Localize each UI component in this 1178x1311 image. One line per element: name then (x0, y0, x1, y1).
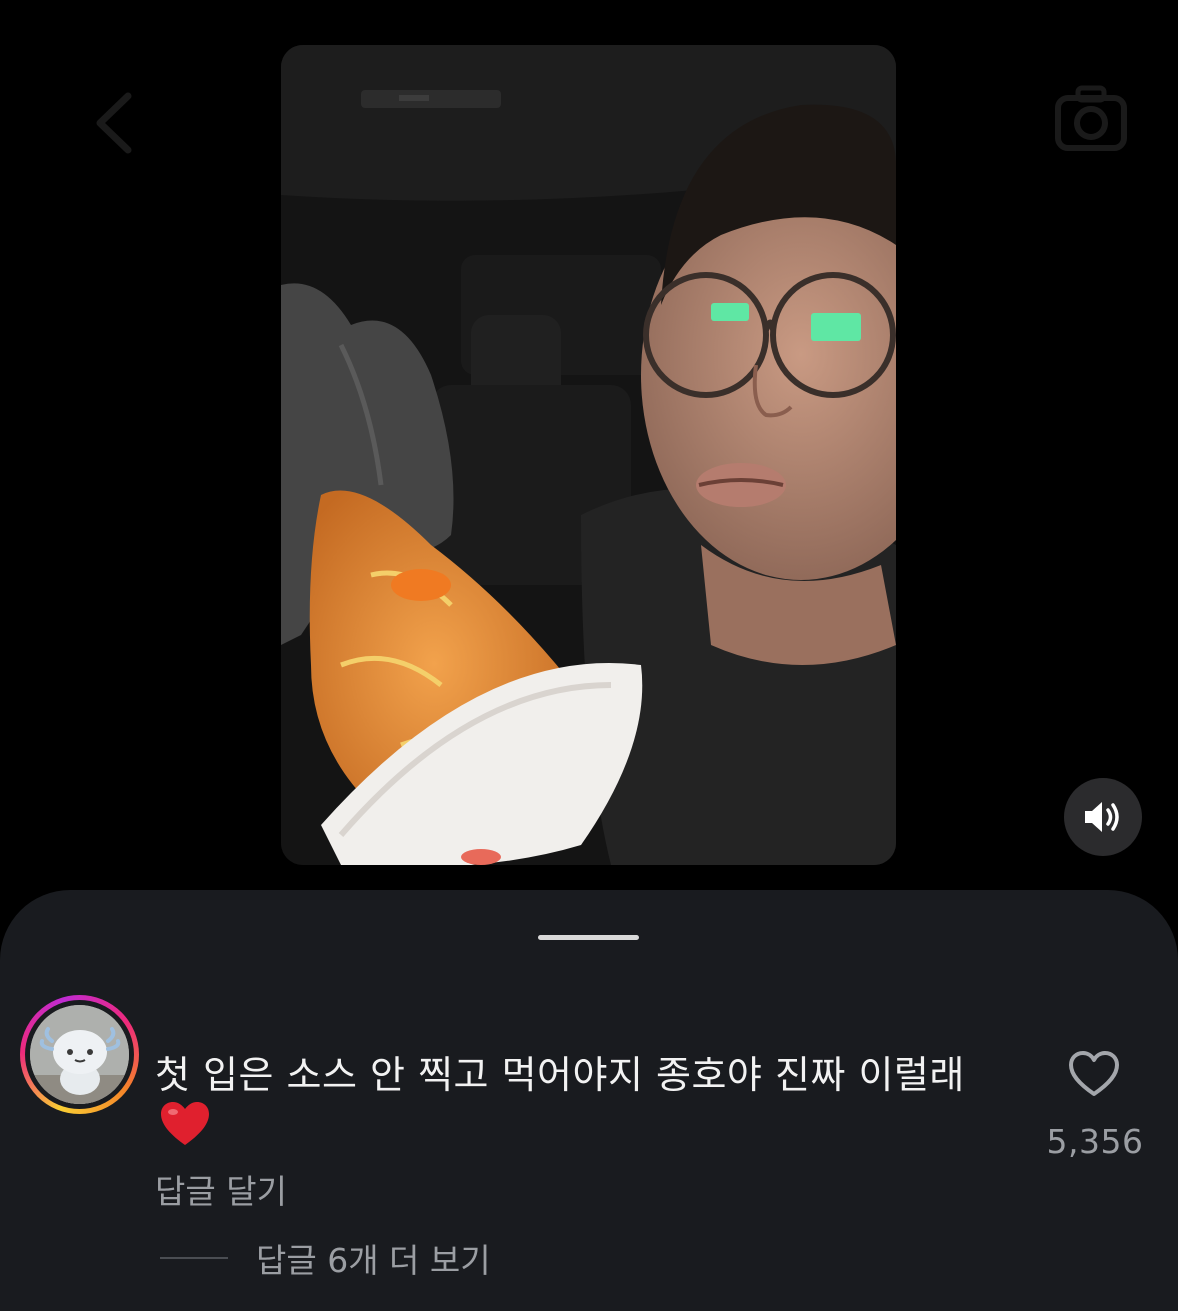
reel-screen: 첫 입은 소스 안 찍고 먹어야지 종호야 진짜 이럴래 답글 달기 답글 6개… (0, 0, 1178, 1311)
comment-text: 첫 입은 소스 안 찍고 먹어야지 종호야 진짜 이럴래 (155, 1053, 965, 1097)
reply-button[interactable]: 답글 달기 (155, 1165, 287, 1213)
chevron-left-icon (96, 92, 132, 154)
story-ring[interactable] (20, 995, 139, 1114)
back-button[interactable] (84, 88, 154, 158)
replies-divider (160, 1257, 228, 1259)
like-count: 5,356 (1046, 1122, 1144, 1161)
camera-button[interactable] (1054, 84, 1127, 154)
video-frame (281, 45, 896, 865)
sheet-drag-handle[interactable] (538, 935, 639, 940)
axolotl-figurine-avatar (30, 1005, 129, 1104)
camera-icon (1055, 85, 1127, 151)
view-replies-label: 답글 6개 더 보기 (256, 1241, 491, 1280)
mute-button[interactable] (1064, 778, 1142, 856)
speaker-icon (1085, 802, 1119, 832)
comments-sheet: 첫 입은 소스 안 찍고 먹어야지 종호야 진짜 이럴래 답글 달기 답글 6개… (0, 890, 1178, 1311)
view-more-replies-button[interactable]: 답글 6개 더 보기 (160, 1236, 491, 1280)
heart-outline-icon[interactable] (1068, 1050, 1120, 1098)
red-heart-emoji-icon (161, 1102, 209, 1145)
video-player[interactable] (281, 45, 896, 865)
avatar[interactable] (30, 1005, 129, 1104)
